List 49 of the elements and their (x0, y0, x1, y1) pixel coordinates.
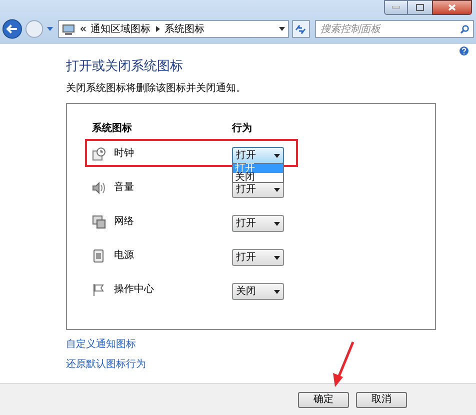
icon-name: 网络 (114, 215, 134, 229)
caret-icon (274, 154, 280, 158)
breadcrumb[interactable]: 通知区域图标 (90, 22, 151, 36)
computer-icon (62, 24, 75, 34)
flag-icon (92, 282, 106, 296)
description: 关闭系统图标将删除该图标并关闭通知。 (66, 83, 247, 95)
dropdown[interactable]: 打开 (232, 147, 284, 164)
minimize-icon (392, 6, 400, 9)
maximize-icon (416, 4, 424, 11)
arrow-annotation (330, 340, 356, 388)
link[interactable]: 自定义通知图标 (66, 339, 476, 351)
chevron-icon (156, 26, 160, 32)
double-chevron-icon (80, 26, 86, 32)
column-header: 系统图标 (92, 122, 133, 136)
icon-name: 时钟 (114, 146, 134, 161)
close-button[interactable] (432, 0, 472, 15)
refresh-button[interactable] (292, 20, 310, 38)
icon-name: 音量 (114, 180, 134, 195)
link[interactable]: 还原默认图标行为 (66, 359, 476, 371)
refresh-icon (295, 24, 306, 34)
help-icon[interactable] (459, 46, 469, 56)
close-icon (448, 4, 456, 11)
icon-name: 操作中心 (114, 282, 154, 297)
column-header: 行为 (232, 122, 252, 136)
minimize-button[interactable] (384, 0, 408, 15)
dialog-button[interactable]: 确定 (298, 392, 349, 408)
dropdown[interactable]: 打开 (232, 249, 284, 266)
dropdown[interactable]: 打开 (232, 215, 284, 232)
dropdown[interactable]: 关闭 (232, 283, 284, 300)
dropdown-option[interactable]: 关闭 (233, 173, 283, 182)
caret-icon[interactable] (278, 27, 285, 31)
speaker-icon (92, 180, 106, 194)
search-field[interactable]: 搜索控制面板 (315, 20, 474, 38)
address-bar[interactable]: 通知区域图标 系统图标 (58, 20, 289, 38)
page-heading: 打开或关闭系统图标 (66, 58, 184, 74)
network-icon (92, 214, 106, 228)
caret-icon (274, 256, 280, 260)
caret-icon (274, 290, 280, 294)
dialog-button[interactable]: 取消 (356, 392, 407, 408)
power-plug-icon (92, 248, 106, 262)
back-icon[interactable] (2, 18, 22, 40)
search-input[interactable]: 搜索控制面板 (320, 22, 460, 36)
caret-icon (274, 222, 280, 226)
clock-icon (92, 146, 106, 160)
icon-name: 电源 (114, 248, 134, 263)
breadcrumb[interactable]: 系统图标 (164, 22, 205, 36)
search-icon (460, 24, 469, 34)
caret-icon (274, 188, 280, 192)
maximize-button[interactable] (408, 0, 432, 15)
